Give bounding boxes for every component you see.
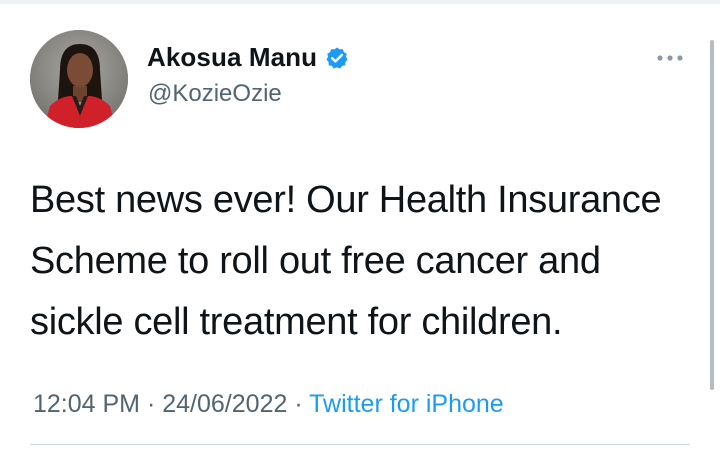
- verified-badge-icon: [325, 46, 349, 70]
- tweet-text-line: Scheme to roll out free cancer and: [30, 240, 601, 282]
- more-options-icon[interactable]: [656, 50, 684, 61]
- author-name-row[interactable]: Akosua Manu: [147, 42, 349, 73]
- avatar-photo: [30, 30, 128, 128]
- scrollbar[interactable]: [710, 40, 714, 390]
- tweet-source-link[interactable]: Twitter for iPhone: [309, 390, 504, 418]
- tweet-text: Best news ever! Our Health Insurance Sch…: [30, 170, 700, 353]
- tweet-text-line: Best news ever! Our Health Insurance: [30, 179, 662, 221]
- meta-separator: ·: [146, 390, 156, 418]
- tweet-card: Akosua Manu @KozieOzie Best news ever! O…: [0, 0, 720, 449]
- tweet-text-line: sickle cell treatment for children.: [30, 301, 563, 343]
- tweet-time[interactable]: 12:04 PM: [33, 390, 140, 418]
- top-divider: [0, 0, 720, 4]
- author-handle[interactable]: @KozieOzie: [148, 80, 282, 108]
- tweet-date[interactable]: 24/06/2022: [162, 390, 287, 418]
- avatar[interactable]: [30, 30, 128, 128]
- tweet-metadata: 12:04 PM · 24/06/2022 · Twitter for iPho…: [33, 390, 504, 419]
- meta-separator: ·: [294, 390, 303, 418]
- author-display-name[interactable]: Akosua Manu: [147, 42, 317, 73]
- divider: [30, 444, 690, 445]
